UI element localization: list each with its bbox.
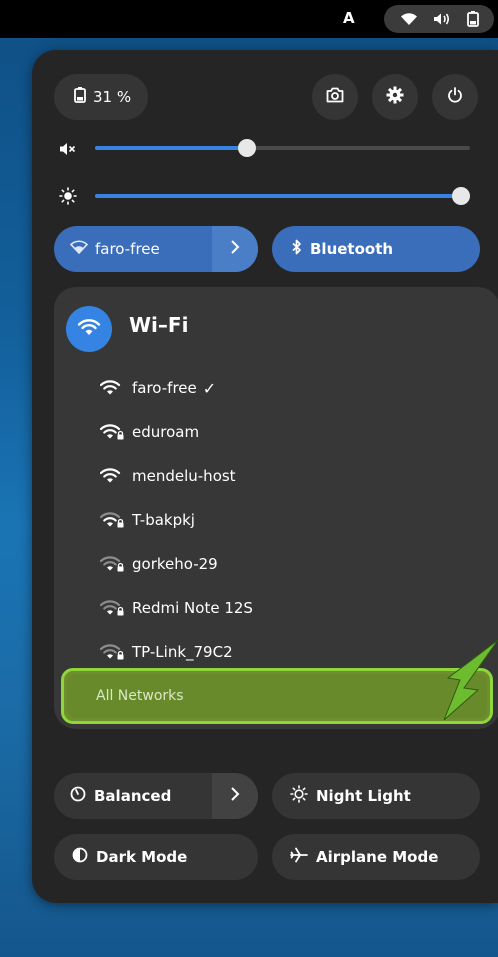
- volume-slider-handle[interactable]: [238, 139, 256, 157]
- wifi-network-menu: Wi–Fi faro-free ✓ eduroam mendelu-host T-bak…: [54, 287, 498, 729]
- wifi-secured-icon: [100, 643, 132, 661]
- chevron-right-icon: [230, 239, 240, 259]
- battery-percentage: 31 %: [93, 88, 132, 106]
- network-item[interactable]: faro-free ✓: [100, 373, 216, 403]
- wifi-icon: [400, 12, 418, 26]
- wifi-icon: [77, 318, 101, 340]
- power-icon: [447, 87, 463, 107]
- bluetooth-toggle-label: Bluetooth: [310, 240, 394, 258]
- volume-icon: [433, 12, 451, 26]
- network-name: TP-Link_79C2: [132, 643, 233, 661]
- airplane-mode-label: Airplane Mode: [316, 848, 439, 866]
- volume-slider-fill: [95, 146, 247, 150]
- airplane-icon: [290, 847, 308, 867]
- network-item[interactable]: mendelu-host: [100, 461, 236, 491]
- night-light-label: Night Light: [316, 787, 411, 805]
- power-profile-icon: [70, 786, 86, 806]
- dark-mode-toggle[interactable]: Dark Mode: [54, 834, 258, 880]
- brightness-slider[interactable]: [95, 187, 470, 205]
- wifi-menu-title: Wi–Fi: [129, 313, 189, 337]
- network-name: eduroam: [132, 423, 200, 441]
- network-item[interactable]: TP-Link_79C2: [100, 637, 233, 667]
- screenshot-button[interactable]: [312, 74, 358, 120]
- wifi-toggle-label: faro-free: [95, 240, 160, 258]
- network-name: mendelu-host: [132, 467, 236, 485]
- power-button[interactable]: [432, 74, 478, 120]
- connected-check-icon: ✓: [202, 378, 217, 398]
- night-light-toggle[interactable]: Night Light: [272, 773, 480, 819]
- volume-slider[interactable]: [95, 139, 470, 157]
- wifi-menu-arrow-button[interactable]: [212, 226, 258, 272]
- power-mode-arrow-button[interactable]: [212, 773, 258, 819]
- network-item[interactable]: eduroam: [100, 417, 199, 447]
- wifi-secured-icon: [100, 599, 132, 617]
- dark-mode-icon: [72, 847, 88, 867]
- all-networks-label: All Networks: [96, 688, 184, 704]
- wifi-toggle[interactable]: faro-free: [54, 226, 258, 272]
- quick-settings-menu: 31 % faro-free Bluetooth Wi–Fi faro-free…: [32, 50, 498, 903]
- wifi-icon: [100, 379, 132, 397]
- wifi-secured-icon: [100, 423, 132, 441]
- airplane-mode-toggle[interactable]: Airplane Mode: [272, 834, 480, 880]
- battery-icon: [74, 87, 86, 107]
- keyboard-layout-indicator[interactable]: A: [343, 9, 355, 27]
- wifi-menu-header-icon: [66, 306, 112, 352]
- dark-mode-label: Dark Mode: [96, 848, 188, 866]
- volume-muted-icon[interactable]: [59, 141, 77, 161]
- brightness-icon: [59, 187, 77, 209]
- wifi-secured-icon: [100, 555, 132, 573]
- bluetooth-icon: [292, 239, 302, 259]
- brightness-slider-fill: [95, 194, 461, 198]
- power-mode-label: Balanced: [94, 787, 172, 805]
- network-item[interactable]: gorkeho-29: [100, 549, 218, 579]
- battery-status-button[interactable]: 31 %: [54, 74, 148, 120]
- night-light-icon: [290, 785, 308, 807]
- network-item[interactable]: T-bakpkj: [100, 505, 195, 535]
- power-mode-toggle[interactable]: Balanced: [54, 773, 258, 819]
- wifi-secured-icon: [100, 511, 132, 529]
- bluetooth-toggle[interactable]: Bluetooth: [272, 226, 480, 272]
- network-name: gorkeho-29: [132, 555, 218, 573]
- network-name: faro-free: [132, 379, 197, 397]
- settings-button[interactable]: [372, 74, 418, 120]
- network-name: T-bakpkj: [132, 511, 195, 529]
- chevron-right-icon: [230, 786, 240, 806]
- wifi-icon: [69, 240, 89, 258]
- brightness-slider-handle[interactable]: [452, 187, 470, 205]
- network-name: Redmi Note 12S: [132, 599, 253, 617]
- screenshot-icon: [326, 87, 344, 107]
- network-item[interactable]: Redmi Note 12S: [100, 593, 253, 623]
- settings-icon: [386, 86, 404, 108]
- annotation-pointer-arrow: [440, 639, 498, 728]
- battery-icon: [466, 11, 479, 27]
- top-bar: A: [0, 0, 498, 38]
- all-networks-button[interactable]: All Networks: [61, 668, 493, 724]
- system-menu-button[interactable]: [384, 5, 494, 33]
- wifi-icon: [100, 467, 132, 485]
